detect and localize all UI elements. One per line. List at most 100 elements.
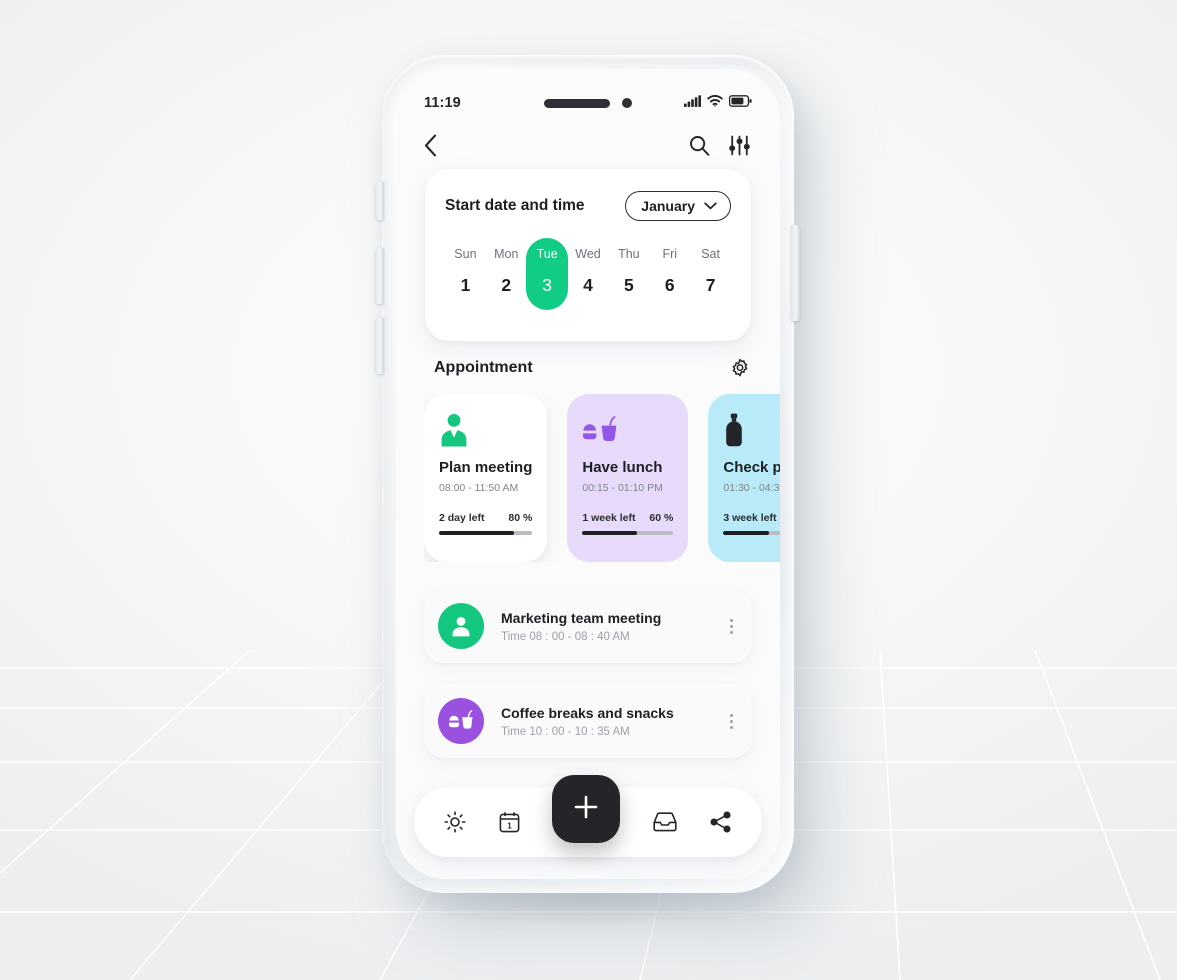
businessperson-icon	[439, 413, 532, 447]
cellular-signal-icon	[684, 94, 701, 112]
notch-group	[544, 98, 632, 108]
day-cell-tue[interactable]: Tue 3	[526, 238, 569, 310]
avatar	[438, 698, 484, 744]
day-cell-wed[interactable]: Wed 4	[568, 238, 609, 296]
appointment-time-left: 2 day left	[439, 512, 485, 524]
day-number: 2	[501, 275, 512, 295]
progress-fill	[723, 531, 769, 535]
battery-icon	[728, 94, 752, 112]
gear-icon[interactable]	[730, 358, 750, 378]
calendar-icon[interactable]: 1	[499, 811, 520, 833]
day-cell-fri[interactable]: Fri 6	[649, 238, 690, 296]
date-card-title: Start date and time	[445, 197, 585, 214]
wifi-icon	[707, 94, 723, 112]
phone-screen: 11:19 Start date and time January Sun 1 …	[396, 69, 780, 879]
appointment-card[interactable]: Have lunch 00:15 - 01:10 PM 1 week left …	[567, 394, 689, 562]
day-number: 7	[705, 275, 716, 295]
list-item-subtitle: Time 10 : 00 - 10 : 35 AM	[501, 725, 630, 738]
appointment-time: 08:00 - 11:50 AM	[439, 482, 519, 494]
list-item-text: Marketing team meeting Time 08 : 00 - 08…	[484, 610, 726, 643]
filter-sliders-icon[interactable]	[729, 135, 750, 156]
appointment-percent: 60 %	[649, 512, 674, 524]
search-icon[interactable]	[689, 135, 710, 156]
list-item-title: Coffee breaks and snacks	[501, 704, 674, 721]
appointment-title: Check progress	[723, 459, 780, 476]
speaker-slot	[544, 98, 610, 108]
progress-fill	[582, 531, 637, 535]
day-number: 4	[583, 275, 593, 295]
day-name: Fri	[662, 247, 678, 261]
list-item-subtitle: Time 08 : 00 - 08 : 40 AM	[501, 630, 630, 643]
power-button[interactable]	[791, 225, 800, 321]
day-cell-sun[interactable]: Sun 1	[445, 238, 486, 296]
progress-fill	[439, 531, 514, 535]
day-cell-sat[interactable]: Sat 7	[690, 238, 731, 296]
burger-drink-icon	[582, 413, 673, 447]
day-number: 6	[664, 275, 675, 295]
water-bottle-icon	[723, 413, 780, 447]
plus-icon	[573, 794, 599, 825]
month-dropdown[interactable]: January	[625, 191, 731, 221]
appointment-time-left: 1 week left	[582, 512, 636, 524]
kebab-menu-icon[interactable]	[726, 615, 737, 638]
volume-up-button[interactable]	[375, 248, 384, 304]
volume-down-button[interactable]	[375, 318, 384, 374]
list-item[interactable]: Marketing team meeting Time 08 : 00 - 08…	[424, 589, 752, 663]
inbox-tray-icon[interactable]	[653, 812, 677, 832]
appointment-meta: 2 day left 80 %	[439, 512, 532, 524]
day-name: Wed	[575, 247, 601, 261]
add-button[interactable]	[552, 775, 621, 843]
app-header	[396, 124, 780, 166]
chevron-down-icon	[704, 197, 717, 215]
list-item-text: Coffee breaks and snacks Time 10 : 00 - …	[484, 705, 726, 738]
day-name: Thu	[618, 247, 640, 261]
appointment-section-header: Appointment	[434, 358, 750, 378]
week-day-row: Sun 1 Mon 2 Tue 3 Wed 4 Thu 5 Fri 6 Sat …	[445, 238, 731, 310]
status-time: 11:19	[424, 95, 461, 111]
share-icon[interactable]	[710, 811, 732, 833]
front-camera-dot	[622, 98, 632, 108]
avatar	[438, 603, 484, 649]
day-number: 3	[542, 275, 553, 295]
appointment-card[interactable]: Check progress 01:30 - 04:30 PM 3 week l…	[708, 394, 780, 562]
kebab-menu-icon[interactable]	[726, 710, 737, 733]
list-item[interactable]: Coffee breaks and snacks Time 10 : 00 - …	[424, 684, 752, 758]
appointment-card-strip[interactable]: Plan meeting 08:00 - 11:50 AM 2 day left…	[424, 394, 780, 562]
bottom-navigation-bar: 1	[414, 775, 762, 857]
burger-drink-icon	[448, 709, 474, 733]
header-actions	[689, 135, 750, 156]
day-cell-mon[interactable]: Mon 2	[486, 238, 527, 296]
chevron-left-icon[interactable]	[424, 134, 437, 157]
brightness-sun-icon[interactable]	[444, 811, 466, 833]
appointment-card[interactable]: Plan meeting 08:00 - 11:50 AM 2 day left…	[424, 394, 548, 562]
start-date-card: Start date and time January Sun 1 Mon 2	[425, 169, 751, 341]
day-cell-thu[interactable]: Thu 5	[608, 238, 649, 296]
progress-bar	[582, 531, 674, 535]
silent-switch-button[interactable]	[375, 182, 384, 220]
day-number: 1	[460, 275, 471, 295]
day-name: Sat	[701, 247, 720, 261]
appointment-time-left: 3 week left	[723, 512, 777, 524]
day-number: 5	[624, 275, 634, 295]
status-icons	[684, 94, 752, 112]
svg-text:1: 1	[507, 822, 512, 831]
appointment-meta: 3 week left 40 %	[723, 512, 780, 524]
appointment-percent: 80 %	[508, 512, 533, 524]
month-label: January	[641, 198, 695, 214]
list-item-title: Marketing team meeting	[501, 609, 662, 626]
progress-bar	[723, 531, 780, 535]
appointment-meta: 1 week left 60 %	[582, 512, 673, 524]
page-title: Appointment	[434, 359, 533, 376]
appointment-time: 00:15 - 01:10 PM	[582, 482, 663, 494]
day-name: Sun	[454, 247, 477, 261]
appointment-time: 01:30 - 04:30 PM	[723, 482, 780, 494]
status-bar: 11:19	[396, 90, 780, 116]
person-avatar-icon	[449, 614, 473, 638]
appointment-title: Have lunch	[582, 459, 663, 476]
appointment-title: Plan meeting	[439, 459, 533, 476]
progress-bar	[439, 531, 533, 535]
date-card-header: Start date and time January	[445, 191, 731, 221]
event-list: Marketing team meeting Time 08 : 00 - 08…	[424, 589, 752, 758]
day-name: Tue	[536, 247, 558, 261]
day-name: Mon	[494, 247, 519, 261]
